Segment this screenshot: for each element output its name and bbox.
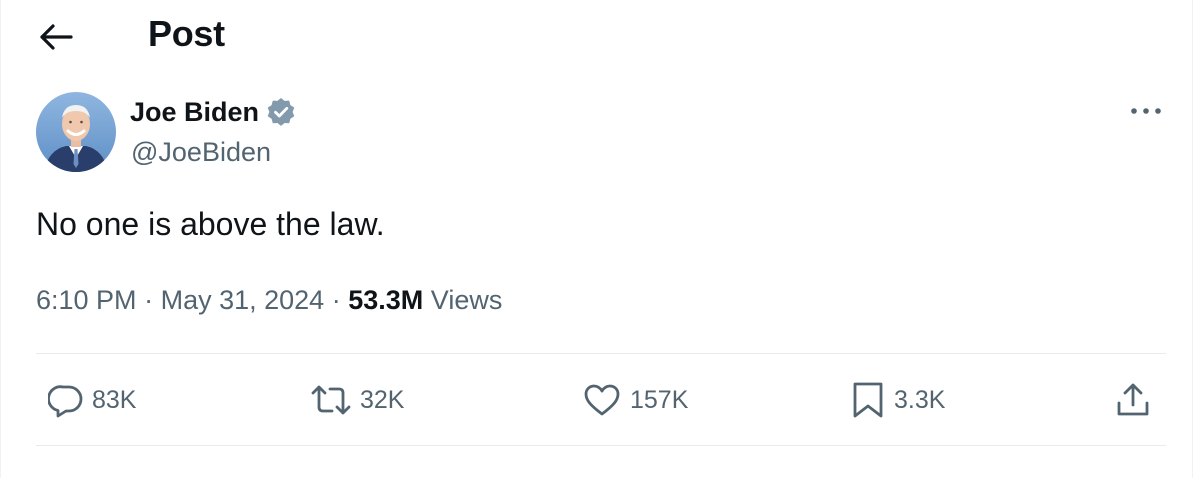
bookmark-count: 3.3K	[894, 385, 946, 414]
meta-separator: ·	[144, 285, 154, 315]
share-button[interactable]	[1114, 382, 1152, 418]
views-count: 53.3M	[348, 285, 424, 315]
bookmark-icon	[853, 382, 883, 418]
arrow-left-icon	[40, 24, 73, 50]
meta-separator: ·	[331, 285, 341, 315]
more-dots-icon	[1131, 108, 1161, 114]
post-meta: 6:10 PM · May 31, 2024 · 53.3M Views	[36, 282, 502, 318]
author-handle[interactable]: @JoeBiden	[131, 136, 271, 168]
views-link[interactable]: 53.3M Views	[348, 285, 502, 315]
heart-icon	[584, 384, 620, 416]
bookmark-button[interactable]: 3.3K	[850, 382, 945, 418]
post-text: No one is above the law.	[36, 206, 385, 242]
post-time: 6:10 PM	[36, 285, 137, 315]
page-title: Post	[148, 13, 225, 54]
avatar[interactable]	[36, 92, 116, 172]
reply-count: 83K	[92, 385, 137, 414]
speech-bubble-icon	[48, 385, 83, 418]
post-date: May 31, 2024	[160, 285, 325, 315]
reply-button[interactable]: 83K	[48, 382, 136, 418]
views-label: Views	[430, 285, 503, 315]
more-options-button[interactable]	[1124, 96, 1168, 126]
share-upload-icon	[1117, 383, 1149, 416]
back-button[interactable]	[36, 17, 76, 57]
verified-badge-icon	[267, 98, 295, 126]
like-button[interactable]: 157K	[582, 382, 688, 418]
action-bar: 83K 32K 157K 3.3K	[36, 354, 1166, 446]
display-name: Joe Biden	[130, 97, 260, 127]
post-timestamp[interactable]: 6:10 PM · May 31, 2024	[36, 285, 324, 315]
page-header: Post	[0, 0, 1194, 72]
repost-button[interactable]: 32K	[310, 382, 404, 418]
like-count: 157K	[630, 385, 689, 414]
author-name[interactable]: Joe Biden	[130, 94, 297, 130]
divider	[36, 445, 1166, 446]
repost-count: 32K	[360, 385, 405, 414]
repost-arrows-icon	[311, 385, 351, 415]
